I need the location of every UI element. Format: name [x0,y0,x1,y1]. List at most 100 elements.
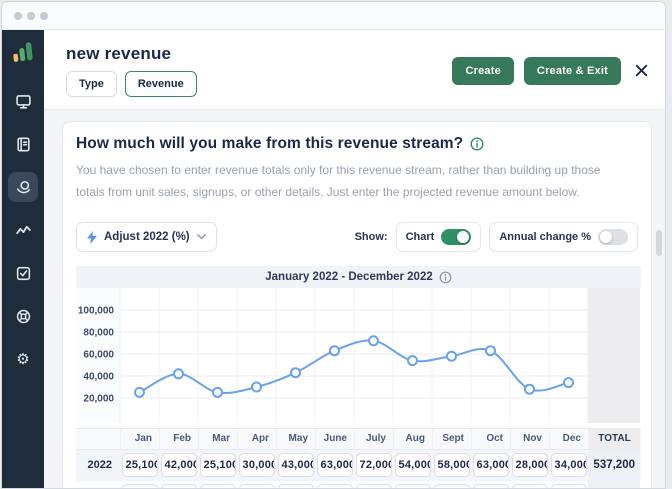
table-row: 2022 25,100 42,000 25,100 30,000 43,000 63,000… [76,450,641,482]
data-point[interactable] [485,345,496,357]
revenue-input[interactable] [121,484,158,488]
page-header: new revenue Type Revenue Create Create &… [44,30,665,110]
revenue-input[interactable] [433,484,470,488]
table-row: 2023 0 [76,481,641,488]
question-description: You have chosen to enter revenue totals … [76,163,601,199]
month-header: Feb [159,429,198,450]
create-button[interactable]: Create [452,56,514,85]
revenue-input[interactable]: 54,000 [394,453,431,478]
chart-toolbar: Adjust 2022 (%) Show: Chart Annual chang… [76,222,638,253]
sidebar-item-revenue[interactable] [8,172,38,202]
create-exit-button[interactable]: Create & Exit [523,56,621,85]
annual-change-toggle[interactable] [598,229,628,246]
revenue-input[interactable]: 63,000 [472,453,509,478]
revenue-input[interactable]: 34,000 [550,453,587,478]
annual-change-pill[interactable]: Annual change % [489,222,638,253]
browser-window: ⚙ new revenue Type Revenue Create Create… [1,1,666,489]
app-logo-icon[interactable] [10,39,36,70]
month-header: Dec [549,429,588,450]
show-label: Show: [354,231,388,244]
month-header-row: Jan Feb Mar Apr May June July Aug Sept Oct Nov Dec T… [76,428,641,451]
data-point[interactable] [212,387,223,399]
revenue-input[interactable]: 25,100 [121,453,158,478]
data-point[interactable] [446,350,457,362]
question-title: How much will you make from this revenue… [76,135,464,152]
adjust-dropdown[interactable]: Adjust 2022 (%) [76,222,217,253]
browser-title-bar [2,2,665,30]
data-point[interactable] [173,368,184,380]
y-axis-tick: 100,000 [78,306,115,317]
trend-line-icon [15,225,31,234]
revenue-input[interactable] [511,484,548,488]
data-point[interactable] [290,367,301,379]
month-header: Jan [120,429,159,450]
revenue-input[interactable]: 63,000 [316,453,353,478]
data-point[interactable] [524,383,535,395]
chart-title: January 2022 - December 2022 [265,271,433,284]
revenue-input[interactable] [277,484,314,488]
sidebar-item-tasks[interactable] [8,258,38,288]
revenue-input[interactable]: 25,100 [199,453,236,478]
revenue-input[interactable] [160,484,197,488]
sidebar-item-settings[interactable]: ⚙ [8,344,38,374]
revenue-input[interactable]: 58,000 [433,453,470,478]
step-tabs: Type Revenue [66,71,197,97]
month-header: Mar [198,429,237,450]
sidebar-item-help[interactable] [8,301,38,331]
chart-title-strip: January 2022 - December 2022 [76,266,641,289]
info-icon[interactable] [439,271,452,284]
info-icon[interactable] [470,137,484,151]
window-dot-icon[interactable] [14,11,22,20]
revenue-input[interactable]: 30,000 [238,453,275,478]
data-point[interactable] [251,381,262,393]
monitor-icon [15,94,31,109]
revenue-input[interactable]: 43,000 [277,453,314,478]
y-axis-tick: 60,000 [83,350,114,361]
sidebar-item-ledger[interactable] [8,129,38,159]
revenue-input[interactable] [472,484,509,488]
revenue-input[interactable] [550,484,587,488]
data-point[interactable] [368,335,379,347]
month-header: July [354,429,393,450]
close-icon [635,64,648,77]
tab-type[interactable]: Type [66,71,117,97]
sidebar-item-forecast[interactable] [8,215,38,245]
check-square-icon [16,266,30,280]
ledger-icon [16,137,30,151]
revenue-input[interactable]: 72,000 [355,453,392,478]
revenue-input[interactable] [394,484,431,488]
chart-toggle-label: Chart [405,231,435,244]
revenue-input[interactable]: 28,000 [511,453,548,478]
window-dot-icon[interactable] [27,11,35,20]
month-header: Aug [393,429,432,450]
revenue-input[interactable]: 42,000 [160,453,197,478]
line-chart: 20,000 40,000 60,000 80,000 100,000 [76,288,641,428]
close-button[interactable] [634,63,649,78]
lifebuoy-icon [16,309,30,323]
scrollbar-thumb[interactable] [656,230,662,256]
row-total: 0 [588,481,640,488]
revenue-input[interactable] [238,484,275,488]
month-header: June [315,429,354,450]
lightning-icon [87,230,97,244]
data-point[interactable] [329,345,340,357]
data-point[interactable] [563,377,574,389]
annual-change-label: Annual change % [499,231,591,244]
total-column-band [588,288,640,424]
total-header: TOTAL [588,429,640,450]
chart-toggle[interactable] [441,229,472,246]
revenue-input[interactable] [316,484,353,488]
revenue-input[interactable] [355,484,392,488]
tab-revenue[interactable]: Revenue [124,71,197,97]
row-total: 537,200 [588,450,640,482]
data-point[interactable] [134,387,145,399]
data-point[interactable] [407,355,418,367]
y-axis-tick: 20,000 [83,394,114,405]
sidebar-item-dashboard[interactable] [8,86,38,116]
month-header: Oct [471,429,510,450]
chart-toggle-pill[interactable]: Chart [395,222,482,253]
chevron-down-icon [196,234,206,240]
revenue-input[interactable] [199,484,236,488]
window-dot-icon[interactable] [40,11,48,20]
sidebar: ⚙ [2,30,44,488]
